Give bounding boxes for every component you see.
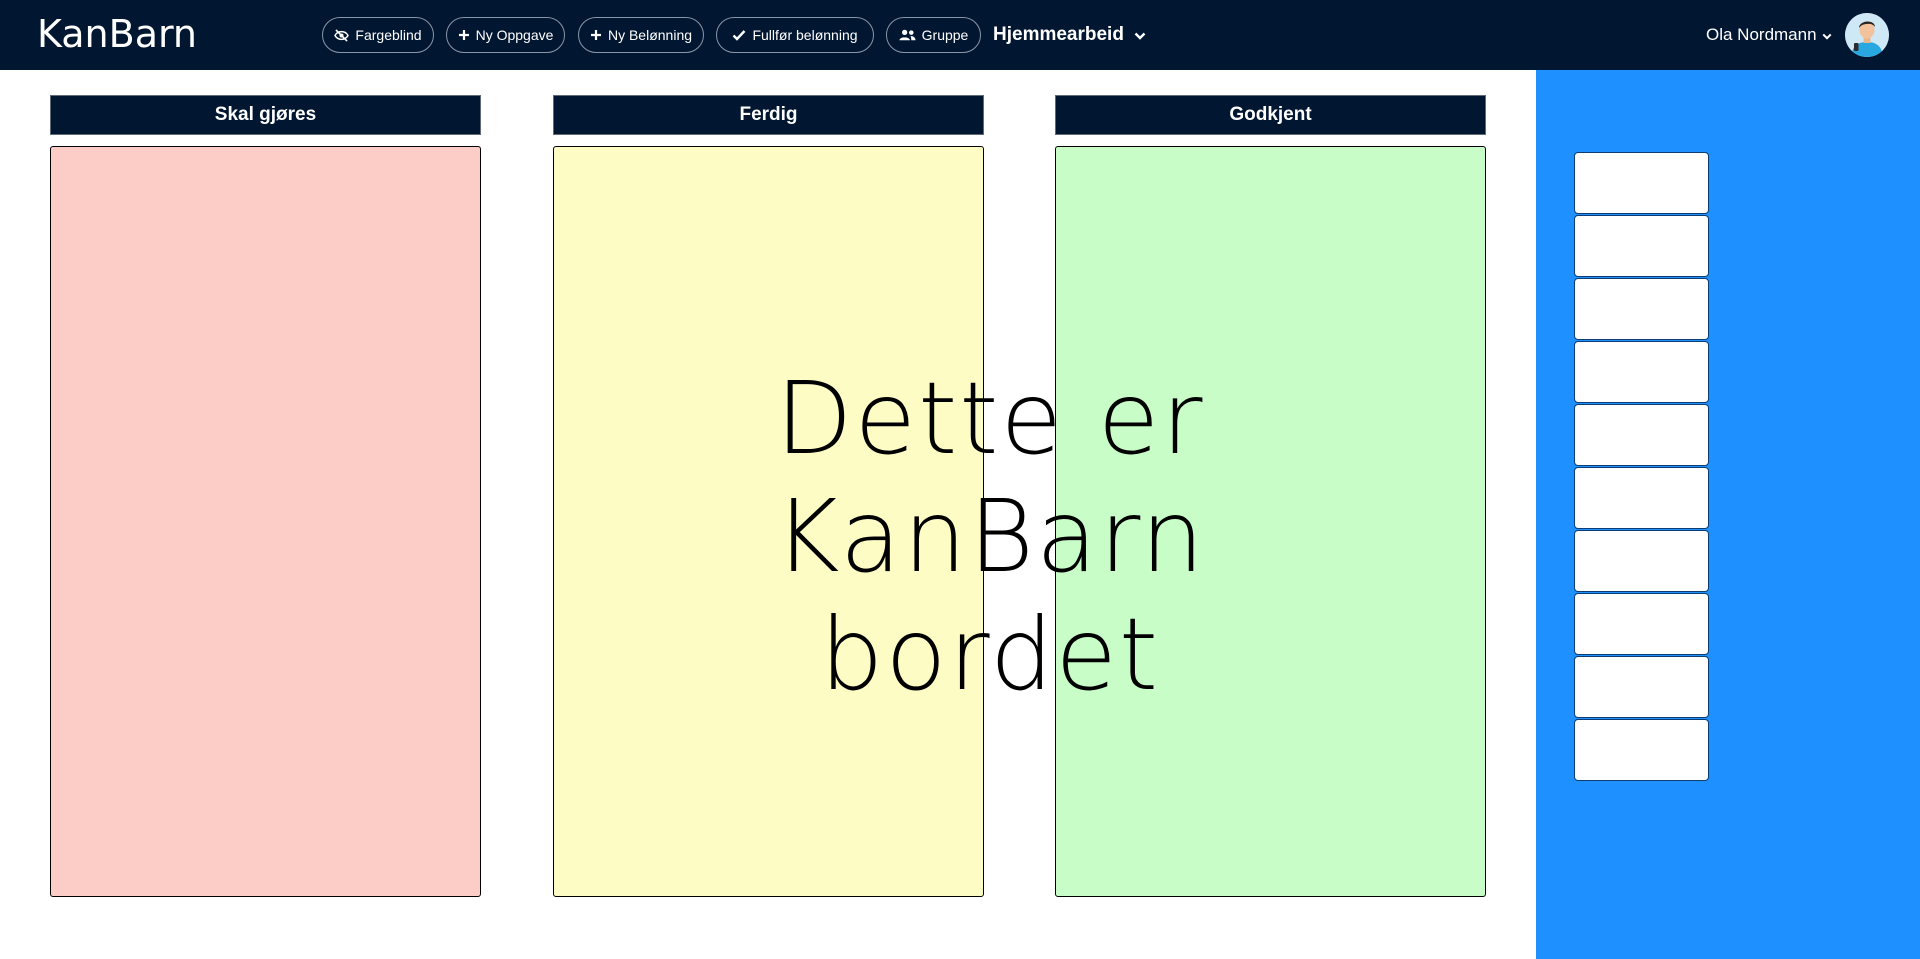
group-selector[interactable]: Hjemmearbeid <box>993 20 1146 50</box>
sidebar-slot[interactable] <box>1574 656 1709 718</box>
sidebar-slot[interactable] <box>1574 404 1709 466</box>
group-selector-label: Hjemmearbeid <box>993 24 1124 45</box>
sidebar-slot[interactable] <box>1574 530 1709 592</box>
new-reward-button-label: Ny Belønning <box>607 27 693 43</box>
sidebar-slot[interactable] <box>1574 278 1709 340</box>
column-header-todo: Skal gjøres <box>50 95 481 135</box>
group-button[interactable]: Gruppe <box>886 17 981 53</box>
complete-reward-button-label: Fullfør belønning <box>752 27 858 43</box>
plus-icon <box>458 29 470 41</box>
new-task-button-label: Ny Oppgave <box>475 27 554 43</box>
sidebar-slot[interactable] <box>1574 152 1709 214</box>
column-todo-dropzone[interactable] <box>50 146 481 897</box>
chevron-down-icon <box>1822 25 1832 45</box>
colorblind-button[interactable]: Fargeblind <box>322 17 434 53</box>
eye-slash-icon <box>334 28 350 42</box>
sidebar-slot[interactable] <box>1574 215 1709 277</box>
sidebar-slot[interactable] <box>1574 719 1709 781</box>
new-task-button[interactable]: Ny Oppgave <box>446 17 565 53</box>
column-header-done: Ferdig <box>553 95 984 135</box>
plus-icon <box>590 29 602 41</box>
sidebar-slot[interactable] <box>1574 467 1709 529</box>
users-icon <box>899 29 916 41</box>
group-button-label: Gruppe <box>921 27 969 43</box>
user-name: Ola Nordmann <box>1706 25 1817 44</box>
chevron-down-icon <box>1134 24 1146 46</box>
sidebar-slot[interactable] <box>1574 341 1709 403</box>
brand-logo[interactable]: KanBarn <box>37 9 197 59</box>
check-icon <box>732 29 746 41</box>
top-navbar: KanBarn Fargeblind Ny Oppgave Ny Belønni… <box>0 0 1920 70</box>
new-reward-button[interactable]: Ny Belønning <box>578 17 704 53</box>
column-done-dropzone[interactable] <box>553 146 984 897</box>
colorblind-button-label: Fargeblind <box>355 27 422 43</box>
avatar[interactable] <box>1845 13 1889 57</box>
user-menu[interactable]: Ola Nordmann <box>1706 20 1832 50</box>
column-header-approved: Godkjent <box>1055 95 1486 135</box>
column-approved-dropzone[interactable] <box>1055 146 1486 897</box>
sidebar-slot[interactable] <box>1574 593 1709 655</box>
complete-reward-button[interactable]: Fullfør belønning <box>716 17 874 53</box>
